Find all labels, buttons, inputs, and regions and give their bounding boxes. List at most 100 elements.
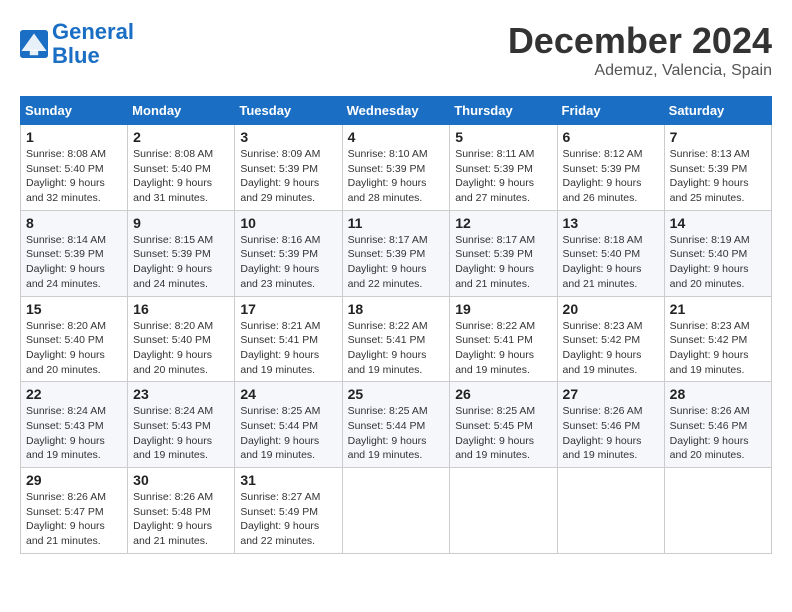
day-info: Sunrise: 8:08 AM Sunset: 5:40 PM Dayligh… <box>26 147 122 206</box>
day-number: 24 <box>240 386 336 402</box>
day-info: Sunrise: 8:23 AM Sunset: 5:42 PM Dayligh… <box>670 319 766 378</box>
day-number: 23 <box>133 386 229 402</box>
col-wednesday: Wednesday <box>342 97 450 125</box>
header: General Blue December 2024 Ademuz, Valen… <box>20 20 772 80</box>
day-cell-17: 17 Sunrise: 8:21 AM Sunset: 5:41 PM Dayl… <box>235 296 342 382</box>
col-tuesday: Tuesday <box>235 97 342 125</box>
day-number: 30 <box>133 472 229 488</box>
day-number: 16 <box>133 301 229 317</box>
day-info: Sunrise: 8:08 AM Sunset: 5:40 PM Dayligh… <box>133 147 229 206</box>
day-number: 15 <box>26 301 122 317</box>
day-cell-23: 23 Sunrise: 8:24 AM Sunset: 5:43 PM Dayl… <box>128 382 235 468</box>
day-number: 9 <box>133 215 229 231</box>
col-thursday: Thursday <box>450 97 557 125</box>
day-number: 4 <box>348 129 445 145</box>
calendar-week-5: 29 Sunrise: 8:26 AM Sunset: 5:47 PM Dayl… <box>21 468 772 554</box>
day-number: 11 <box>348 215 445 231</box>
day-number: 5 <box>455 129 551 145</box>
day-cell-30: 30 Sunrise: 8:26 AM Sunset: 5:48 PM Dayl… <box>128 468 235 554</box>
day-info: Sunrise: 8:14 AM Sunset: 5:39 PM Dayligh… <box>26 233 122 292</box>
day-number: 14 <box>670 215 766 231</box>
day-info: Sunrise: 8:24 AM Sunset: 5:43 PM Dayligh… <box>26 404 122 463</box>
col-sunday: Sunday <box>21 97 128 125</box>
day-cell-6: 6 Sunrise: 8:12 AM Sunset: 5:39 PM Dayli… <box>557 125 664 211</box>
day-info: Sunrise: 8:23 AM Sunset: 5:42 PM Dayligh… <box>563 319 659 378</box>
day-info: Sunrise: 8:13 AM Sunset: 5:39 PM Dayligh… <box>670 147 766 206</box>
day-cell-12: 12 Sunrise: 8:17 AM Sunset: 5:39 PM Dayl… <box>450 210 557 296</box>
day-info: Sunrise: 8:20 AM Sunset: 5:40 PM Dayligh… <box>133 319 229 378</box>
day-number: 31 <box>240 472 336 488</box>
logo-text: General Blue <box>52 20 134 68</box>
day-number: 29 <box>26 472 122 488</box>
col-monday: Monday <box>128 97 235 125</box>
day-cell-3: 3 Sunrise: 8:09 AM Sunset: 5:39 PM Dayli… <box>235 125 342 211</box>
day-info: Sunrise: 8:19 AM Sunset: 5:40 PM Dayligh… <box>670 233 766 292</box>
day-cell-26: 26 Sunrise: 8:25 AM Sunset: 5:45 PM Dayl… <box>450 382 557 468</box>
day-cell-27: 27 Sunrise: 8:26 AM Sunset: 5:46 PM Dayl… <box>557 382 664 468</box>
day-info: Sunrise: 8:17 AM Sunset: 5:39 PM Dayligh… <box>348 233 445 292</box>
day-info: Sunrise: 8:25 AM Sunset: 5:45 PM Dayligh… <box>455 404 551 463</box>
day-number: 7 <box>670 129 766 145</box>
day-info: Sunrise: 8:26 AM Sunset: 5:46 PM Dayligh… <box>670 404 766 463</box>
day-number: 3 <box>240 129 336 145</box>
day-cell-4: 4 Sunrise: 8:10 AM Sunset: 5:39 PM Dayli… <box>342 125 450 211</box>
day-number: 21 <box>670 301 766 317</box>
day-cell-15: 15 Sunrise: 8:20 AM Sunset: 5:40 PM Dayl… <box>21 296 128 382</box>
day-number: 12 <box>455 215 551 231</box>
day-number: 13 <box>563 215 659 231</box>
calendar-table: Sunday Monday Tuesday Wednesday Thursday… <box>20 96 772 554</box>
day-info: Sunrise: 8:20 AM Sunset: 5:40 PM Dayligh… <box>26 319 122 378</box>
day-info: Sunrise: 8:26 AM Sunset: 5:47 PM Dayligh… <box>26 490 122 549</box>
empty-cell <box>557 468 664 554</box>
calendar-week-2: 8 Sunrise: 8:14 AM Sunset: 5:39 PM Dayli… <box>21 210 772 296</box>
logo: General Blue <box>20 20 134 68</box>
day-info: Sunrise: 8:11 AM Sunset: 5:39 PM Dayligh… <box>455 147 551 206</box>
day-number: 6 <box>563 129 659 145</box>
day-number: 20 <box>563 301 659 317</box>
day-cell-28: 28 Sunrise: 8:26 AM Sunset: 5:46 PM Dayl… <box>664 382 771 468</box>
day-cell-14: 14 Sunrise: 8:19 AM Sunset: 5:40 PM Dayl… <box>664 210 771 296</box>
location-title: Ademuz, Valencia, Spain <box>508 62 772 80</box>
day-number: 26 <box>455 386 551 402</box>
day-info: Sunrise: 8:26 AM Sunset: 5:48 PM Dayligh… <box>133 490 229 549</box>
day-info: Sunrise: 8:16 AM Sunset: 5:39 PM Dayligh… <box>240 233 336 292</box>
day-info: Sunrise: 8:26 AM Sunset: 5:46 PM Dayligh… <box>563 404 659 463</box>
calendar-week-4: 22 Sunrise: 8:24 AM Sunset: 5:43 PM Dayl… <box>21 382 772 468</box>
day-info: Sunrise: 8:22 AM Sunset: 5:41 PM Dayligh… <box>455 319 551 378</box>
day-cell-2: 2 Sunrise: 8:08 AM Sunset: 5:40 PM Dayli… <box>128 125 235 211</box>
header-row: Sunday Monday Tuesday Wednesday Thursday… <box>21 97 772 125</box>
day-cell-13: 13 Sunrise: 8:18 AM Sunset: 5:40 PM Dayl… <box>557 210 664 296</box>
day-info: Sunrise: 8:17 AM Sunset: 5:39 PM Dayligh… <box>455 233 551 292</box>
day-info: Sunrise: 8:12 AM Sunset: 5:39 PM Dayligh… <box>563 147 659 206</box>
day-cell-22: 22 Sunrise: 8:24 AM Sunset: 5:43 PM Dayl… <box>21 382 128 468</box>
day-info: Sunrise: 8:10 AM Sunset: 5:39 PM Dayligh… <box>348 147 445 206</box>
day-number: 27 <box>563 386 659 402</box>
empty-cell <box>450 468 557 554</box>
day-cell-21: 21 Sunrise: 8:23 AM Sunset: 5:42 PM Dayl… <box>664 296 771 382</box>
day-cell-20: 20 Sunrise: 8:23 AM Sunset: 5:42 PM Dayl… <box>557 296 664 382</box>
day-number: 18 <box>348 301 445 317</box>
day-info: Sunrise: 8:22 AM Sunset: 5:41 PM Dayligh… <box>348 319 445 378</box>
col-friday: Friday <box>557 97 664 125</box>
empty-cell <box>664 468 771 554</box>
calendar-week-3: 15 Sunrise: 8:20 AM Sunset: 5:40 PM Dayl… <box>21 296 772 382</box>
day-info: Sunrise: 8:18 AM Sunset: 5:40 PM Dayligh… <box>563 233 659 292</box>
day-cell-19: 19 Sunrise: 8:22 AM Sunset: 5:41 PM Dayl… <box>450 296 557 382</box>
day-info: Sunrise: 8:15 AM Sunset: 5:39 PM Dayligh… <box>133 233 229 292</box>
day-cell-8: 8 Sunrise: 8:14 AM Sunset: 5:39 PM Dayli… <box>21 210 128 296</box>
day-cell-10: 10 Sunrise: 8:16 AM Sunset: 5:39 PM Dayl… <box>235 210 342 296</box>
day-info: Sunrise: 8:21 AM Sunset: 5:41 PM Dayligh… <box>240 319 336 378</box>
day-number: 1 <box>26 129 122 145</box>
day-cell-5: 5 Sunrise: 8:11 AM Sunset: 5:39 PM Dayli… <box>450 125 557 211</box>
calendar-week-1: 1 Sunrise: 8:08 AM Sunset: 5:40 PM Dayli… <box>21 125 772 211</box>
col-saturday: Saturday <box>664 97 771 125</box>
day-number: 17 <box>240 301 336 317</box>
title-area: December 2024 Ademuz, Valencia, Spain <box>508 20 772 80</box>
day-info: Sunrise: 8:27 AM Sunset: 5:49 PM Dayligh… <box>240 490 336 549</box>
day-cell-18: 18 Sunrise: 8:22 AM Sunset: 5:41 PM Dayl… <box>342 296 450 382</box>
day-cell-11: 11 Sunrise: 8:17 AM Sunset: 5:39 PM Dayl… <box>342 210 450 296</box>
day-info: Sunrise: 8:25 AM Sunset: 5:44 PM Dayligh… <box>348 404 445 463</box>
day-number: 10 <box>240 215 336 231</box>
day-cell-29: 29 Sunrise: 8:26 AM Sunset: 5:47 PM Dayl… <box>21 468 128 554</box>
month-title: December 2024 <box>508 20 772 62</box>
